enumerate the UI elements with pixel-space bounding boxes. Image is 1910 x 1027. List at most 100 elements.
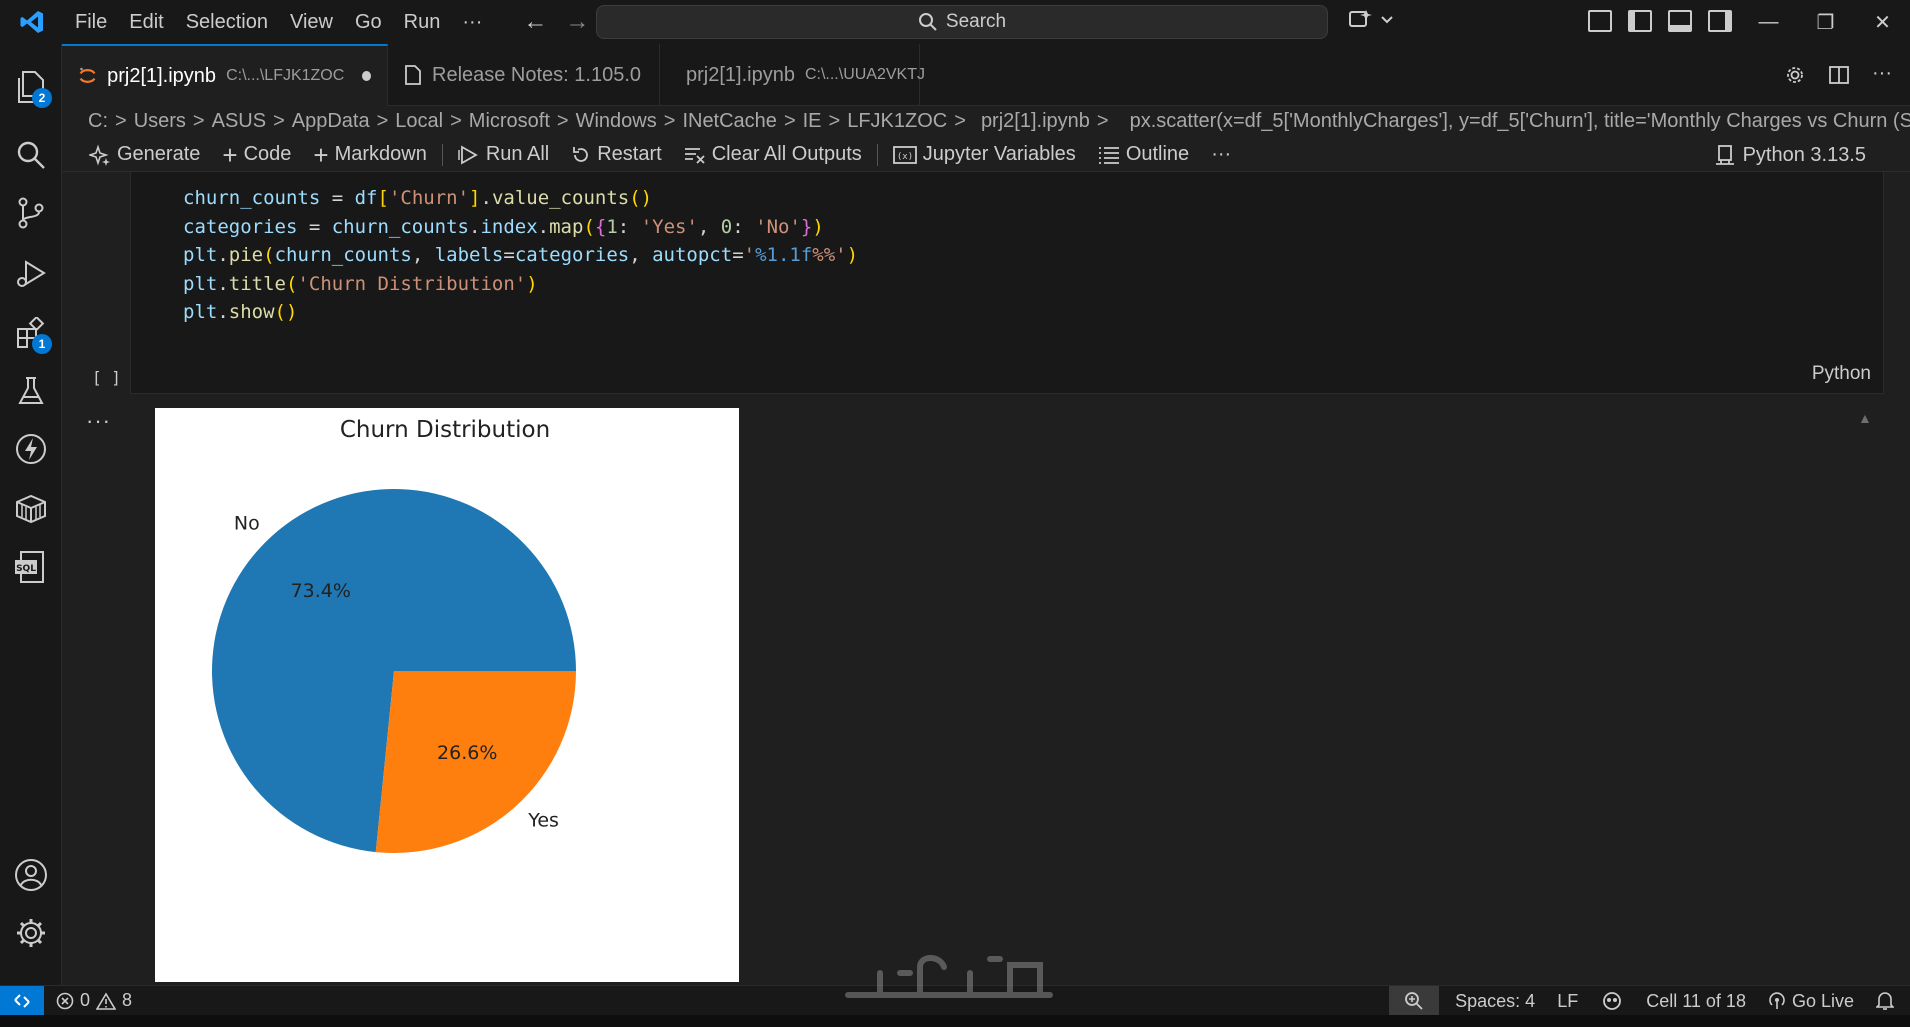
- breadcrumb-item[interactable]: LFJK1ZOC: [847, 110, 947, 133]
- search-box[interactable]: Search: [596, 5, 1328, 39]
- search-placeholder: Search: [945, 11, 1007, 32]
- taskbar-strip: [0, 1015, 1910, 1027]
- breadcrumb-item[interactable]: Users: [134, 110, 186, 133]
- menu-selection[interactable]: Selection: [175, 0, 279, 44]
- explorer-icon[interactable]: 2: [0, 58, 62, 116]
- code-content[interactable]: churn_counts = df['Churn'].value_counts(…: [183, 184, 858, 327]
- toggle-secondary-sidebar-icon[interactable]: [1708, 10, 1732, 32]
- notebook-toolbar: Generate + Code + Markdown Run All Resta…: [62, 138, 1910, 172]
- unsaved-dot-icon[interactable]: [362, 71, 371, 81]
- menu-file[interactable]: File: [64, 0, 118, 44]
- breadcrumb-item[interactable]: C:: [88, 110, 108, 133]
- tab-description: C:\...\UUA2VKTJ: [804, 66, 925, 83]
- containers-icon[interactable]: [0, 480, 62, 538]
- tab-label: prj2[1].ipynb: [686, 63, 795, 86]
- add-markdown-cell-button[interactable]: + Markdown: [302, 138, 437, 172]
- menu-view[interactable]: View: [279, 0, 344, 44]
- go-live-label: Go Live: [1791, 990, 1854, 1011]
- customize-layout-icon[interactable]: [1588, 10, 1612, 32]
- extensions-icon[interactable]: 1: [0, 304, 62, 362]
- chart-title: Churn Distribution: [340, 417, 550, 443]
- code-cell-editor[interactable]: churn_counts = df['Churn'].value_counts(…: [130, 172, 1884, 394]
- scroll-up-arrow-icon[interactable]: ▲: [1858, 410, 1872, 426]
- menu-run[interactable]: Run: [393, 0, 452, 44]
- execution-count[interactable]: [ ]: [92, 368, 121, 387]
- toolbar-more-button[interactable]: ···: [1200, 138, 1242, 172]
- close-icon[interactable]: ✕: [1854, 0, 1910, 44]
- pie-slices: [212, 489, 576, 853]
- code-label: Code: [243, 143, 292, 165]
- outline-icon: [1098, 146, 1119, 164]
- code-line: plt.title('Churn Distribution'): [183, 272, 538, 295]
- code-line: plt.pie(churn_counts, labels=categories,…: [183, 244, 859, 266]
- tab-prj2-lfjk1zoc[interactable]: prj2[1].ipynb C:\...\LFJK1ZOC: [62, 44, 388, 106]
- generate-button[interactable]: Generate: [78, 138, 211, 172]
- broadcast-icon: [1769, 992, 1785, 1009]
- generate-label: Generate: [117, 143, 201, 165]
- gear-icon[interactable]: [1784, 64, 1806, 86]
- variables-icon: (x): [892, 145, 917, 164]
- sql-icon[interactable]: SQL: [0, 538, 62, 596]
- breadcrumb-item[interactable]: Microsoft: [469, 110, 550, 133]
- more-actions-icon[interactable]: ···: [1872, 63, 1892, 86]
- toggle-panel-icon[interactable]: [1668, 10, 1692, 32]
- account-icon[interactable]: [0, 846, 62, 904]
- go-live-button[interactable]: Go Live: [1768, 991, 1854, 1012]
- zoom-icon[interactable]: [1389, 986, 1440, 1016]
- copilot-button[interactable]: [1348, 8, 1394, 32]
- editor-tabs: prj2[1].ipynb C:\...\LFJK1ZOC Release No…: [62, 44, 1910, 106]
- toggle-primary-sidebar-icon[interactable]: [1628, 10, 1652, 32]
- kernel-picker-button[interactable]: Python 3.13.5: [1715, 138, 1866, 172]
- breadcrumb-item[interactable]: ASUS: [212, 110, 266, 133]
- breadcrumb-item[interactable]: AppData: [292, 110, 370, 133]
- jupyter-variables-button[interactable]: (x) Jupyter Variables: [882, 138, 1087, 172]
- split-editor-icon[interactable]: [1828, 64, 1850, 86]
- layout-controls: [1588, 10, 1732, 32]
- breadcrumb-symbol[interactable]: px.scatter(x=df_5['MonthlyCharges'], y=d…: [1130, 110, 1910, 133]
- pie-chart: Churn Distribution 73.4% No 26.6% Yes: [212, 417, 576, 853]
- tab-actions: ···: [1784, 63, 1892, 86]
- tab-release-notes[interactable]: Release Notes: 1.105.0: [388, 44, 660, 106]
- restart-button[interactable]: Restart: [560, 138, 672, 172]
- eol-status[interactable]: LF: [1557, 991, 1578, 1012]
- cell-language-label[interactable]: Python: [1812, 363, 1871, 385]
- breadcrumb-item[interactable]: IE: [803, 110, 822, 133]
- settings-gear-icon[interactable]: [0, 904, 62, 962]
- indentation-status[interactable]: Spaces: 4: [1455, 991, 1535, 1012]
- breadcrumb-item[interactable]: INetCache: [682, 110, 777, 133]
- output-more-button[interactable]: ···: [86, 408, 111, 434]
- testing-icon[interactable]: [0, 362, 62, 420]
- menu-more[interactable]: ···: [451, 0, 493, 44]
- window-controls: — ❐ ✕: [1740, 0, 1910, 44]
- search-view-icon[interactable]: [0, 126, 62, 184]
- problems-indicator[interactable]: 0 8: [56, 990, 132, 1011]
- remote-indicator-icon[interactable]: [0, 985, 44, 1016]
- source-control-icon[interactable]: [0, 184, 62, 242]
- clear-all-outputs-label: Clear All Outputs: [711, 143, 862, 165]
- thunder-client-icon[interactable]: [0, 420, 62, 478]
- notifications-bell-icon[interactable]: [1876, 991, 1894, 1011]
- copilot-status-icon[interactable]: [1600, 991, 1624, 1011]
- restore-icon[interactable]: ❐: [1797, 0, 1854, 44]
- run-all-button[interactable]: Run All: [447, 138, 560, 172]
- breadcrumb-item[interactable]: Windows: [576, 110, 657, 133]
- restart-label: Restart: [597, 143, 662, 165]
- breadcrumb-file[interactable]: prj2[1].ipynb: [981, 110, 1090, 133]
- clear-all-outputs-button[interactable]: Clear All Outputs: [673, 138, 873, 172]
- menu-edit[interactable]: Edit: [118, 0, 174, 44]
- run-debug-icon[interactable]: [0, 244, 62, 302]
- plus-icon: +: [313, 139, 329, 170]
- tab-prj2-uua2vktj[interactable]: prj2[1].ipynb C:\...\UUA2VKTJ: [660, 44, 925, 106]
- forward-arrow-icon[interactable]: →: [565, 8, 589, 36]
- minimize-icon[interactable]: —: [1740, 0, 1797, 44]
- svg-text:SQL: SQL: [16, 564, 36, 574]
- nav-arrows: ← →: [523, 8, 589, 36]
- breadcrumb-item[interactable]: Local: [395, 110, 443, 133]
- extensions-badge: 1: [32, 334, 52, 354]
- markdown-label: Markdown: [334, 143, 427, 165]
- cell-position-status[interactable]: Cell 11 of 18: [1646, 991, 1746, 1012]
- back-arrow-icon[interactable]: ←: [523, 8, 547, 36]
- outline-button[interactable]: Outline: [1087, 138, 1200, 172]
- add-code-cell-button[interactable]: + Code: [211, 138, 302, 172]
- menu-go[interactable]: Go: [344, 0, 393, 44]
